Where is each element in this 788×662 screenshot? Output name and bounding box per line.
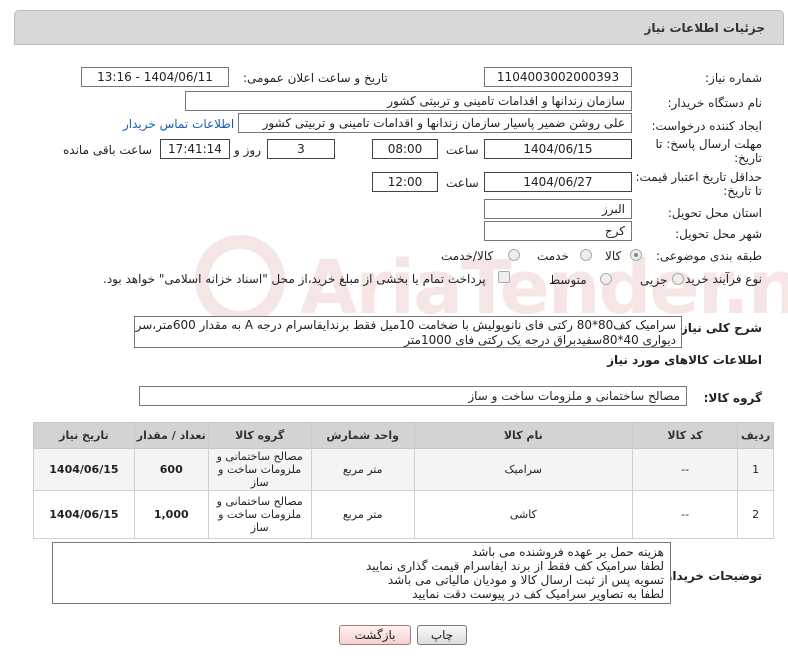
deadline-label: مهلت ارسال پاسخ: تا <box>655 137 762 151</box>
cell-row: 1 <box>737 448 774 491</box>
col-code: کد کالا <box>631 422 739 449</box>
col-date: تاریخ نیاز <box>33 422 135 449</box>
payment-note: پرداخت تمام یا بخشی از مبلغ خرید،از محل … <box>103 272 486 286</box>
announce-label: تاریخ و ساعت اعلان عمومی: <box>243 71 388 85</box>
goods-group-field[interactable]: مصالح ساختمانی و ملزومات ساخت و ساز <box>139 386 687 406</box>
days-label: روز و <box>234 143 261 157</box>
remaining-label: ساعت باقی مانده <box>63 143 153 157</box>
category-radio-service[interactable] <box>580 249 592 261</box>
cell-group: مصالح ساختمانی و ملزومات ساخت و ساز <box>207 490 312 539</box>
buyer-notes-label: توضیحات خریدار: <box>660 569 762 583</box>
back-button[interactable]: بازگشت <box>339 625 411 645</box>
contact-buyer-link[interactable]: اطلاعات تماس خریدار <box>123 117 234 131</box>
city-label: شهر محل تحویل: <box>675 227 762 241</box>
print-button[interactable]: چاپ <box>417 625 467 645</box>
creator-field[interactable]: علی روشن ضمیر پاسیار سازمان زندانها و اق… <box>238 113 632 133</box>
validity-label-2: تا تاریخ: <box>723 184 762 198</box>
deadline-label-2: تاریخ: <box>734 151 762 165</box>
buyer-note-line: تسویه پس از ثبت ارسال کالا و مودیان مالی… <box>387 573 664 587</box>
category-option-goods: کالا <box>605 249 622 263</box>
description-label: شرح کلی نیاز: <box>676 321 762 335</box>
buyer-org-label: نام دستگاه خریدار: <box>667 96 763 110</box>
goods-section-title: اطلاعات کالاهای مورد نیاز <box>607 353 762 367</box>
category-radio-both[interactable] <box>508 249 520 261</box>
cell-date: 1404/06/15 <box>33 448 135 491</box>
page-title: جزئیات اطلاعات نیاز <box>644 21 765 35</box>
description-line: سرامیک کف80*80 رکتی فای نانوپولیش با ضخا… <box>135 318 676 332</box>
table-row: 2 -- کاشی متر مربع مصالح ساختمانی و ملزو… <box>33 490 774 539</box>
cell-group: مصالح ساختمانی و ملزومات ساخت و ساز <box>207 448 312 491</box>
category-option-service: خدمت <box>537 249 569 263</box>
validity-time-label: ساعت <box>446 176 479 190</box>
cell-name: سرامیک <box>413 448 633 491</box>
description-line: دیواری 40*80سفیدبراق درجه یک رکتی فای 10… <box>404 333 676 347</box>
deadline-time-label: ساعت <box>446 143 479 157</box>
cell-code: -- <box>631 448 739 491</box>
goods-group-label: گروه کالا: <box>703 391 762 405</box>
cell-unit: متر مربع <box>310 448 415 491</box>
days-field[interactable]: 3 <box>267 139 335 159</box>
col-row: ردیف <box>737 422 774 449</box>
process-radio-minor[interactable] <box>672 273 684 285</box>
cell-code: -- <box>631 490 739 539</box>
buyer-note-line: لطفا به تصاویر سرامیک کف در پیوست دقت نم… <box>412 587 664 601</box>
province-field[interactable]: البرز <box>484 199 632 219</box>
creator-label: ایجاد کننده درخواست: <box>651 119 762 133</box>
cell-qty: 1,000 <box>133 490 209 539</box>
process-option-medium: متوسط <box>549 273 587 287</box>
city-field[interactable]: کرج <box>484 221 632 241</box>
category-option-both: کالا/خدمت <box>441 249 494 263</box>
cell-unit: متر مربع <box>310 490 415 539</box>
col-unit: واحد شمارش <box>310 422 415 449</box>
cell-qty: 600 <box>133 448 209 491</box>
remaining-time-field[interactable]: 17:41:14 <box>160 139 230 159</box>
validity-label: حداقل تاریخ اعتبار قیمت: <box>635 170 762 184</box>
cell-name: کاشی <box>413 490 633 539</box>
col-qty: تعداد / مقدار <box>133 422 209 449</box>
cell-date: 1404/06/15 <box>33 490 135 539</box>
process-radio-medium[interactable] <box>600 273 612 285</box>
announce-field[interactable]: 1404/06/11 - 13:16 <box>81 67 229 87</box>
process-option-minor: جزیی <box>640 273 668 287</box>
process-label: نوع فرآیند خرید : <box>677 272 762 286</box>
category-label: طبقه بندی موضوعی: <box>655 249 762 263</box>
province-label: استان محل تحویل: <box>667 206 762 220</box>
col-name: نام کالا <box>413 422 633 449</box>
col-group: گروه کالا <box>207 422 312 449</box>
description-textarea[interactable]: سرامیک کف80*80 رکتی فای نانوپولیش با ضخا… <box>134 316 682 348</box>
validity-date-field[interactable]: 1404/06/27 <box>484 172 632 192</box>
need-number-field[interactable]: 1104003002000393 <box>484 67 632 87</box>
buyer-note-line: لطفا سرامیک کف فقط از برند ایفاسرام قیمت… <box>365 559 664 573</box>
need-number-label: شماره نیاز: <box>705 71 762 85</box>
cell-row: 2 <box>737 490 774 539</box>
buyer-notes-textarea[interactable]: هزینه حمل بر عهده فروشنده می باشد لطفا س… <box>52 542 671 604</box>
treasury-checkbox[interactable] <box>498 271 510 283</box>
buyer-note-line: هزینه حمل بر عهده فروشنده می باشد <box>471 545 664 559</box>
deadline-date-field[interactable]: 1404/06/15 <box>484 139 632 159</box>
header-panel: جزئیات اطلاعات نیاز <box>14 10 784 45</box>
category-radio-goods[interactable] <box>630 249 642 261</box>
validity-time-field[interactable]: 12:00 <box>372 172 438 192</box>
deadline-time-field[interactable]: 08:00 <box>372 139 438 159</box>
goods-table: ردیف کد کالا نام کالا واحد شمارش گروه کا… <box>33 422 774 539</box>
table-row: 1 -- سرامیک متر مربع مصالح ساختمانی و مل… <box>33 448 774 491</box>
buyer-org-field[interactable]: سازمان زندانها و اقدامات تامینی و تربیتی… <box>185 91 632 111</box>
